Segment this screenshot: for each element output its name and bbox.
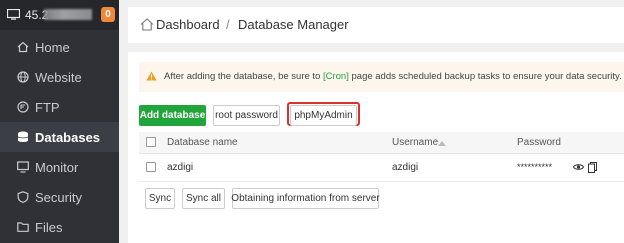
sync-button[interactable]: Sync	[145, 188, 175, 209]
sidebar-item-label: Security	[35, 189, 82, 205]
breadcrumb-current: Database Manager	[238, 17, 349, 32]
sidebar-item-label: Databases	[35, 129, 101, 145]
sidebar-item-label: Monitor	[35, 159, 79, 175]
warning-icon	[146, 71, 157, 81]
backup-notice: After adding the database, be sure to [C…	[139, 62, 624, 92]
root-password-button[interactable]: root password	[213, 105, 280, 126]
row-database-name: azdigi	[167, 162, 194, 173]
notice-text: After adding the database, be sure to [C…	[164, 71, 622, 82]
sidebar-item-label: Home	[35, 39, 70, 55]
obtain-info-button[interactable]: Obtaining information from server	[231, 188, 380, 209]
sidebar-item-security[interactable]: Security	[0, 182, 119, 212]
column-password: Password	[517, 137, 561, 148]
sidebar-item-databases[interactable]: Databases	[0, 122, 119, 152]
home-outline-icon[interactable]	[140, 18, 154, 31]
table-row: azdigi azdigi **********	[139, 154, 624, 182]
sidebar-item-website[interactable]: Website	[0, 62, 119, 92]
globe-icon	[17, 71, 29, 83]
desktop-icon	[7, 9, 20, 20]
row-checkbox[interactable]	[146, 162, 156, 172]
server-info[interactable]: 45.2 0	[0, 0, 119, 30]
sidebar-item-files[interactable]: Files	[0, 212, 119, 242]
add-database-button[interactable]: Add database	[139, 105, 206, 126]
notice-text-before: After adding the database, be sure to	[164, 71, 323, 82]
sidebar: 45.2 0 Home Website FTP Databases Monito…	[0, 0, 119, 243]
folder-icon	[17, 221, 29, 233]
breadcrumb: Dashboard / Database Manager	[128, 7, 624, 43]
eye-icon[interactable]	[573, 163, 584, 171]
sync-all-button[interactable]: Sync all	[182, 188, 225, 209]
breadcrumb-dashboard[interactable]: Dashboard	[156, 17, 220, 32]
sidebar-item-monitor[interactable]: Monitor	[0, 152, 119, 182]
sidebar-item-label: Website	[35, 69, 82, 85]
shield-icon	[17, 191, 29, 203]
breadcrumb-separator: /	[226, 17, 230, 32]
home-icon	[17, 41, 29, 53]
sidebar-item-label: FTP	[35, 99, 60, 115]
sidebar-item-label: Files	[35, 219, 63, 235]
select-all-checkbox[interactable]	[146, 137, 156, 147]
server-ip-redacted	[44, 9, 92, 20]
sidebar-item-home[interactable]: Home	[0, 32, 119, 62]
sort-asc-icon[interactable]	[438, 140, 446, 146]
phpmyadmin-button[interactable]: phpMyAdmin	[290, 105, 357, 126]
row-password: **********	[517, 162, 553, 172]
notification-badge[interactable]: 0	[101, 7, 115, 22]
database-icon	[17, 131, 29, 143]
cron-link[interactable]: [Cron]	[323, 71, 349, 82]
column-database-name[interactable]: Database name	[167, 137, 238, 148]
monitor-icon	[17, 161, 29, 173]
copy-icon[interactable]	[588, 162, 597, 173]
notice-text-after: page adds scheduled backup tasks to ensu…	[348, 71, 622, 82]
ftp-icon	[17, 101, 29, 113]
table-header: Database name Username Password	[139, 132, 624, 154]
row-username: azdigi	[392, 162, 419, 173]
column-username[interactable]: Username	[392, 137, 438, 148]
database-panel: After adding the database, be sure to [C…	[128, 52, 624, 243]
sidebar-item-ftp[interactable]: FTP	[0, 92, 119, 122]
